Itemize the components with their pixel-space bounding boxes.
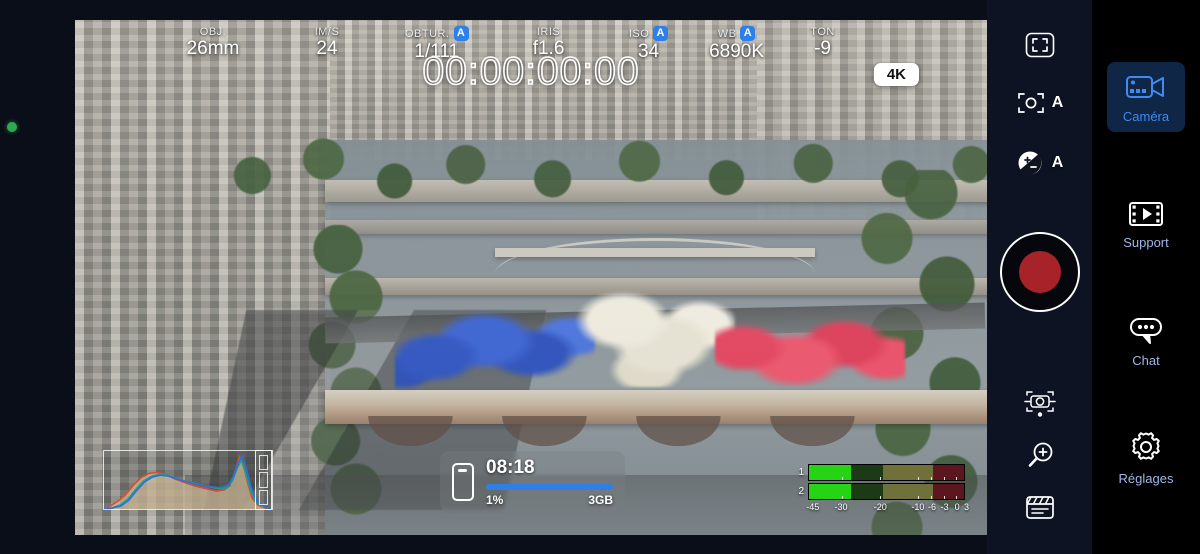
storage-progress-bar — [486, 484, 613, 490]
zoom-in-icon — [1028, 442, 1052, 467]
audio-channel-row: 2 — [795, 483, 965, 500]
focus-icon — [1017, 93, 1044, 113]
exposure-auto-label: A — [1051, 154, 1064, 171]
auto-badge-icon: A — [653, 26, 669, 41]
clapperboard-icon — [1025, 495, 1054, 519]
hud-label-text: IRIS — [536, 26, 561, 38]
hud-label-text: OBTUR. — [405, 27, 450, 40]
left-status-strip — [0, 0, 75, 554]
audio-level-meters[interactable]: 1 2 -45 -30 -20 -10 -6 -3 0 3 — [795, 464, 969, 515]
focus-mode-button[interactable]: A — [1007, 80, 1073, 126]
nav-item-chat[interactable]: Chat — [1107, 306, 1185, 376]
rgb-histogram[interactable] — [103, 450, 273, 510]
record-indicator — [1018, 251, 1061, 293]
scale-tick: -3 — [940, 502, 949, 512]
audio-meter-track — [808, 464, 965, 481]
gear-icon — [1132, 432, 1160, 460]
video-stage: OBJ. 26mm IM/S 24 OBTUR. A 1/111 IRIS f1… — [75, 0, 987, 554]
framing-guides-icon — [1025, 32, 1054, 58]
exposure-comp-icon — [1018, 151, 1042, 175]
audio-meter-track — [808, 483, 965, 500]
record-button[interactable] — [999, 232, 1080, 312]
scale-tick: -45 — [806, 502, 820, 512]
hud-setting-ims-label: IM/S — [315, 26, 340, 38]
camera-hud-overlay: OBJ. 26mm IM/S 24 OBTUR. A 1/111 IRIS f1… — [75, 20, 987, 535]
ire-segment — [259, 472, 268, 488]
ire-segment — [259, 489, 268, 505]
hud-label-text: WB — [717, 27, 737, 40]
exposure-compensation-button[interactable]: A — [1007, 140, 1073, 186]
zoom-in-button[interactable] — [1017, 432, 1063, 478]
nav-item-support[interactable]: Support — [1107, 190, 1185, 258]
battery-storage-widget[interactable]: 08:18 1% 3GB — [440, 451, 625, 513]
timecode-display: 00:00:00:00 — [422, 49, 640, 94]
hud-setting-ton-value: -9 — [814, 38, 832, 59]
hud-setting-iso-label: ISO A — [628, 26, 669, 41]
live-video-preview[interactable]: OBJ. 26mm IM/S 24 OBTUR. A 1/111 IRIS f1… — [75, 20, 987, 535]
scale-tick: -30 — [834, 502, 848, 512]
camera-frame-icon — [1023, 391, 1056, 417]
hud-setting-ims[interactable]: IM/S 24 — [299, 26, 355, 60]
hud-label-text: IM/S — [314, 26, 340, 38]
main-nav-menu: Caméra Support Chat Réglages — [1092, 0, 1200, 554]
scale-tick: -6 — [928, 502, 937, 512]
scale-tick: 0 — [954, 502, 960, 512]
phone-icon — [452, 463, 474, 501]
hud-setting-obtur-label: OBTUR. A — [405, 26, 469, 41]
nav-label-chat: Chat — [1132, 353, 1160, 368]
recording-status-dot — [7, 122, 17, 132]
audio-channel-row: 1 — [795, 464, 965, 481]
histogram-graph — [104, 453, 272, 509]
audio-meter-scale: -45 -30 -20 -10 -6 -3 0 3 — [806, 502, 969, 515]
nav-item-camera[interactable]: Caméra — [1107, 62, 1185, 132]
nav-label-camera: Caméra — [1122, 109, 1170, 124]
framing-guides-button[interactable] — [1017, 22, 1063, 68]
nav-label-support: Support — [1123, 235, 1169, 250]
scale-tick: -10 — [911, 502, 925, 512]
camera-frame-button[interactable] — [1017, 380, 1063, 426]
audio-channel-label: 2 — [798, 486, 804, 497]
storage-free-label: 3GB — [588, 493, 613, 507]
audio-meter-fill — [809, 484, 851, 499]
hud-setting-wb[interactable]: WB A 6890K — [709, 26, 765, 63]
auto-badge-icon: A — [740, 26, 756, 41]
camcorder-icon — [1126, 76, 1164, 98]
hud-setting-obj-label: OBJ. — [200, 26, 226, 38]
resolution-badge[interactable]: 4K — [873, 63, 919, 86]
hud-label-text: ISO — [628, 27, 650, 40]
hud-setting-ton-label: TON — [810, 26, 835, 38]
hud-label-text: TON — [810, 26, 835, 38]
filmstrip-icon — [1129, 202, 1163, 226]
hud-setting-wb-value: 6890K — [709, 41, 765, 62]
recording-time-remaining: 08:18 — [486, 457, 535, 478]
audio-meter-fill — [809, 465, 851, 480]
hud-setting-obj[interactable]: OBJ. 26mm — [185, 26, 241, 60]
hud-setting-ims-value: 24 — [316, 38, 338, 59]
clapperboard-button[interactable] — [1017, 484, 1063, 530]
ire-level-indicator — [255, 450, 272, 510]
hud-setting-wb-label: WB A — [718, 26, 756, 41]
hud-label-text: OBJ. — [199, 26, 227, 38]
camera-app-root: OBJ. 26mm IM/S 24 OBTUR. A 1/111 IRIS f1… — [0, 0, 1200, 554]
scale-tick: -20 — [873, 502, 887, 512]
hud-setting-iso-value: 34 — [637, 41, 660, 62]
nav-item-settings[interactable]: Réglages — [1107, 420, 1185, 494]
hud-setting-ton[interactable]: TON -9 — [795, 26, 851, 60]
chat-bubble-icon — [1130, 318, 1162, 344]
ire-segment — [259, 455, 268, 471]
camera-control-rail: A A — [987, 0, 1092, 554]
auto-badge-icon: A — [453, 26, 469, 41]
focus-auto-label: A — [1051, 94, 1064, 111]
audio-channel-label: 1 — [798, 467, 804, 478]
hud-setting-obj-value: 26mm — [186, 38, 240, 59]
nav-label-settings: Réglages — [1118, 471, 1174, 486]
scale-tick: 3 — [964, 502, 970, 512]
battery-percent-label: 1% — [486, 493, 504, 507]
hud-setting-iris-label: IRIS — [537, 26, 560, 38]
